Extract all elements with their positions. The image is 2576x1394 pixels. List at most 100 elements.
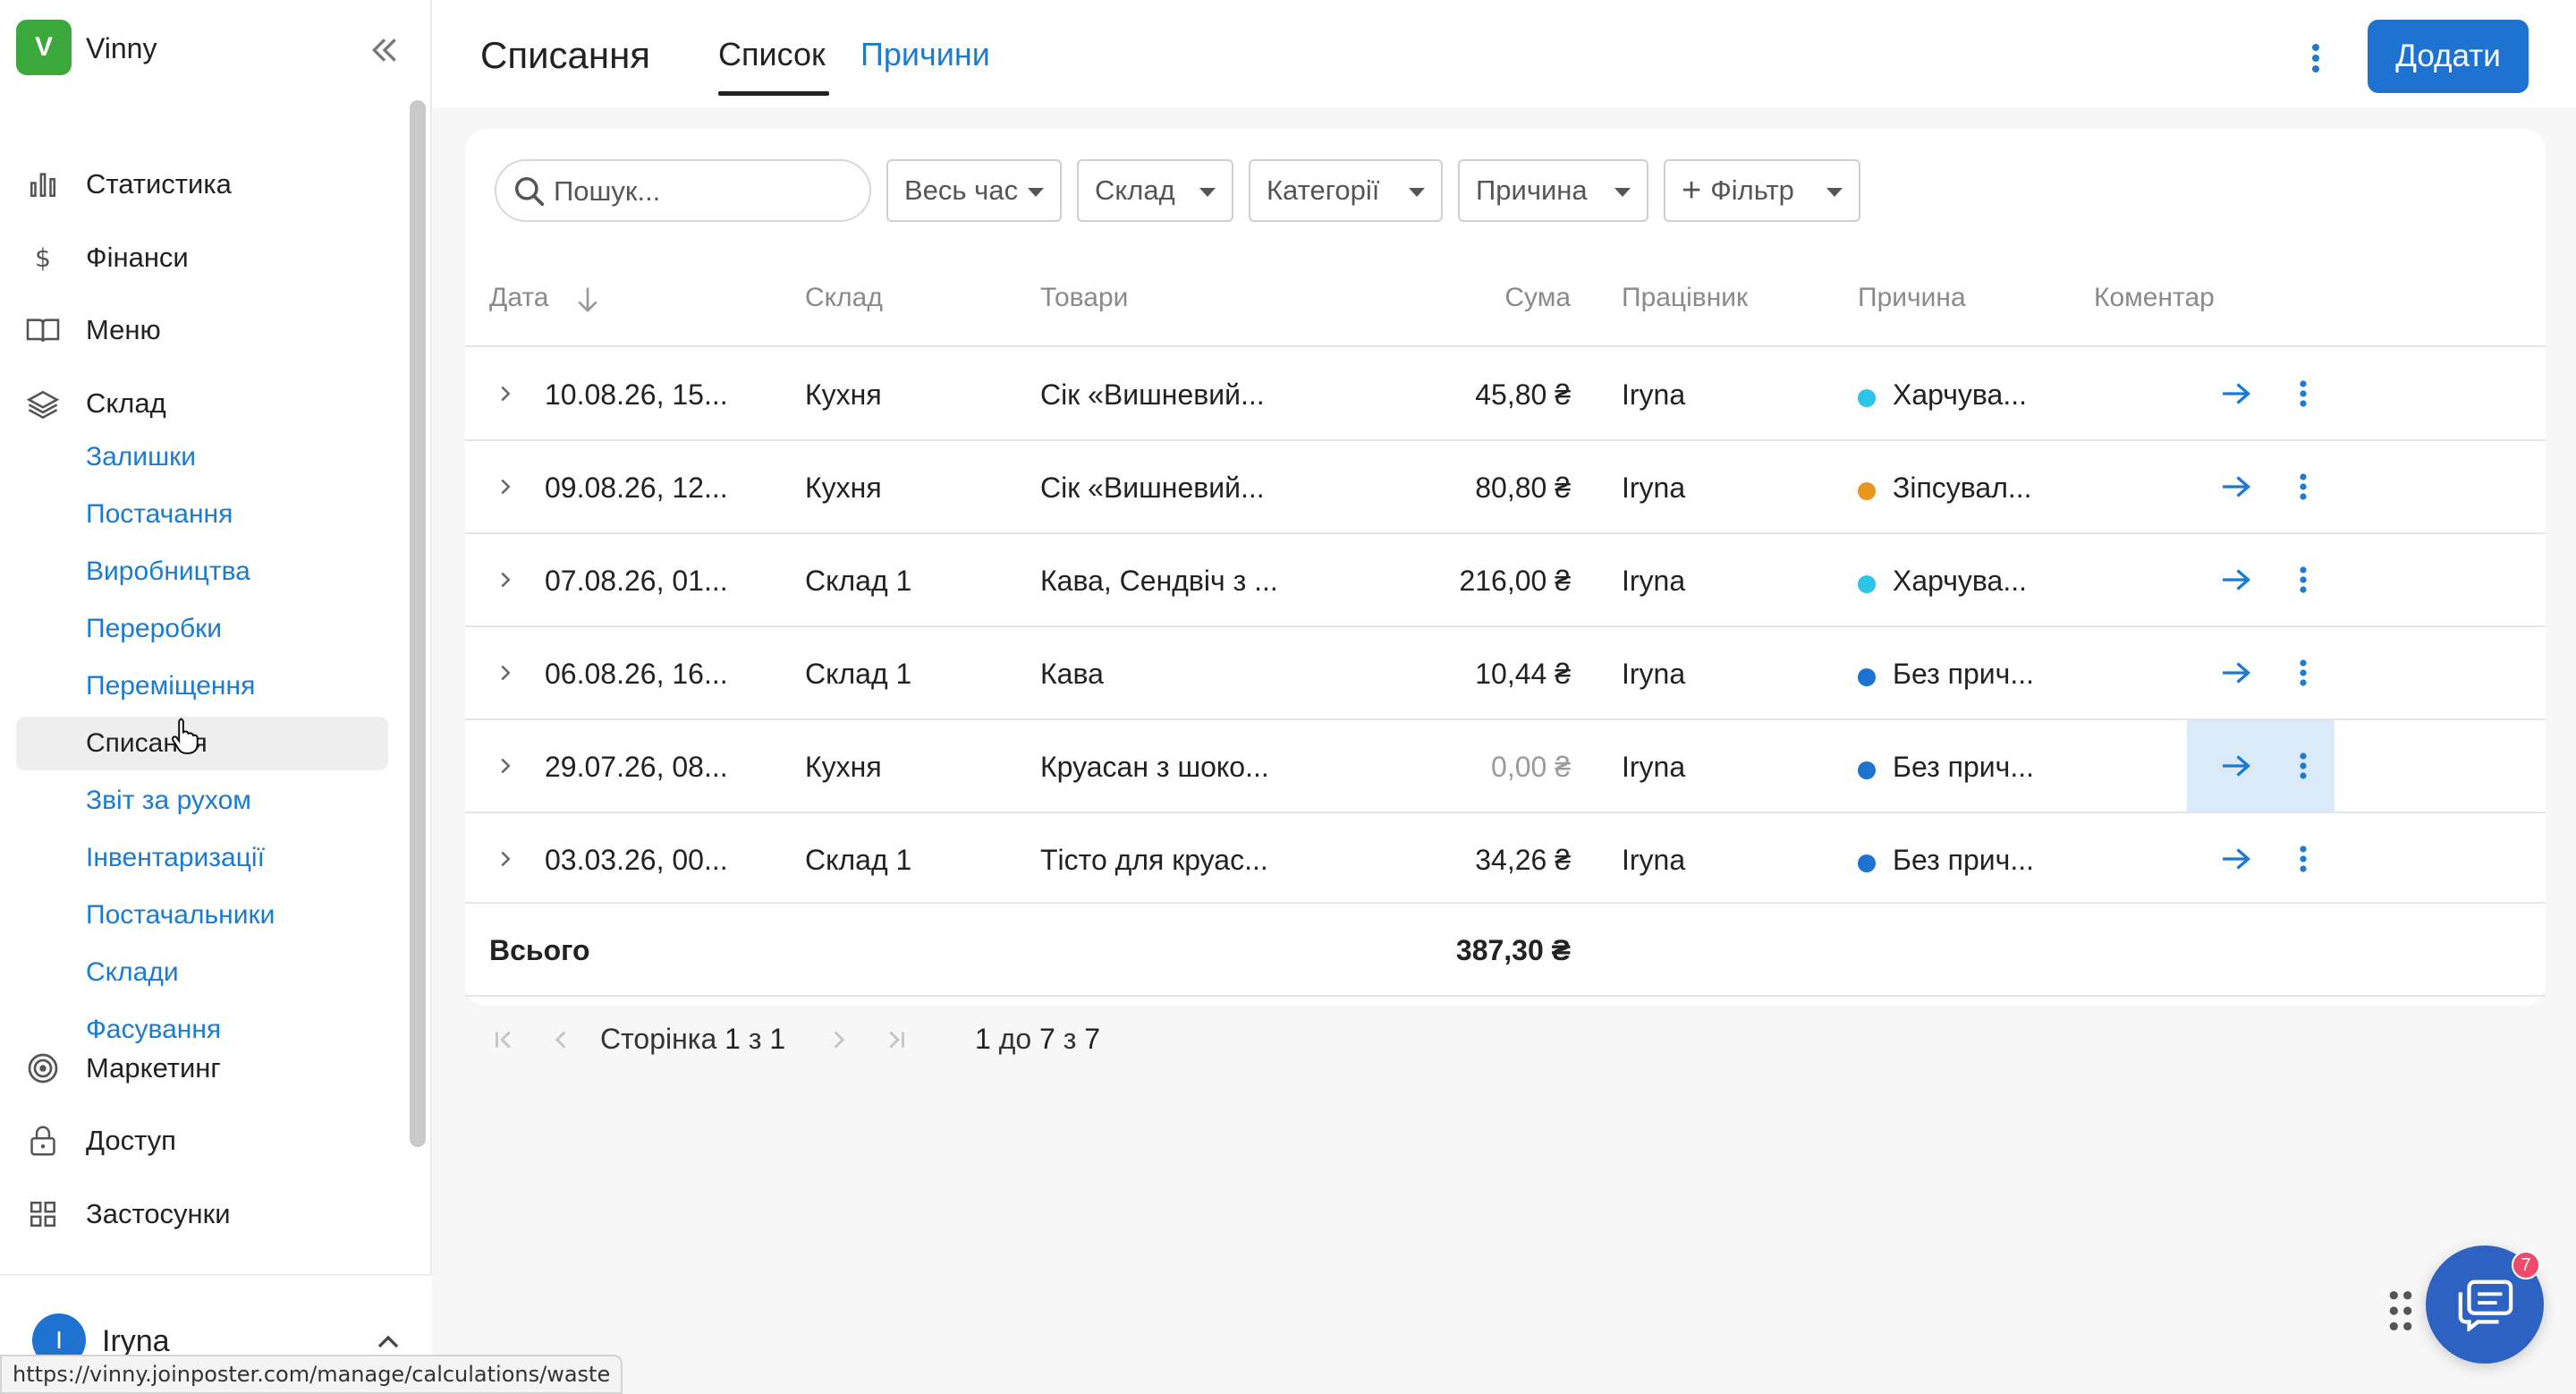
- app-logo[interactable]: V: [16, 20, 72, 75]
- sidebar-subitem-3[interactable]: Переробки: [16, 602, 388, 656]
- search-field[interactable]: [495, 159, 871, 222]
- last-page-icon[interactable]: [880, 1024, 911, 1055]
- row-menu-button[interactable]: [2272, 441, 2334, 532]
- sidebar-nav: Статистика $ Фінанси Меню Склад Маркетинг Дост…: [0, 98, 420, 1272]
- expand-row-icon[interactable]: [492, 658, 519, 688]
- sidebar-item-6[interactable]: Застосунки: [16, 1178, 392, 1250]
- open-row-button[interactable]: [2187, 534, 2285, 625]
- sidebar-item-label: Склад: [86, 387, 166, 419]
- sidebar-header: V Vinny: [0, 0, 432, 98]
- column-header-products[interactable]: Товари: [1040, 283, 1128, 313]
- expand-row-icon[interactable]: [492, 844, 519, 874]
- sidebar-subitem-2[interactable]: Виробництва: [16, 545, 388, 599]
- cell-employee: Iryna: [1622, 565, 1686, 597]
- search-input[interactable]: [554, 170, 858, 213]
- sidebar-item-2[interactable]: Меню: [16, 294, 392, 366]
- column-header-date[interactable]: Дата: [489, 283, 548, 313]
- drag-handle-icon[interactable]: [2386, 1288, 2415, 1333]
- kebab-icon: [2300, 473, 2307, 500]
- sidebar-subitem-8[interactable]: Постачальники: [16, 888, 388, 942]
- filter-reason-label: Причина: [1476, 174, 1588, 206]
- open-row-button[interactable]: [2187, 441, 2285, 532]
- cell-products: Кава: [1040, 658, 1104, 690]
- sidebar-subitem-6[interactable]: Звіт за рухом: [16, 774, 388, 828]
- of-word: з: [748, 1023, 762, 1055]
- sidebar-subitem-1[interactable]: Постачання: [16, 488, 388, 541]
- table-row[interactable]: 10.08.26, 15... Кухня Сік «Вишневий... 45,8…: [465, 348, 2546, 439]
- open-row-button[interactable]: [2187, 813, 2285, 905]
- expand-row-icon[interactable]: [492, 378, 519, 409]
- open-row-button[interactable]: [2187, 720, 2285, 812]
- add-button[interactable]: Додати: [2368, 20, 2529, 93]
- filter-categories[interactable]: Категорії: [1249, 159, 1443, 222]
- row-menu-button[interactable]: [2272, 813, 2334, 905]
- prev-page-icon[interactable]: [546, 1024, 576, 1055]
- row-menu-button[interactable]: [2272, 348, 2334, 439]
- app-name[interactable]: Vinny: [86, 32, 157, 65]
- add-filter-button[interactable]: + Фільтр: [1664, 159, 1860, 222]
- column-header-warehouse[interactable]: Склад: [805, 283, 883, 313]
- sidebar-subitem-7[interactable]: Інвентаризації: [16, 831, 388, 885]
- filter-warehouse[interactable]: Склад: [1077, 159, 1233, 222]
- sidebar-item-label: Статистика: [86, 168, 232, 200]
- table-row[interactable]: 03.03.26, 00... Склад 1 Тісто для круас...…: [465, 813, 2546, 905]
- sort-arrow-down-icon[interactable]: [574, 285, 601, 315]
- divider: [465, 995, 2546, 997]
- more-options-button[interactable]: [2301, 36, 2331, 81]
- row-menu-button[interactable]: [2272, 534, 2334, 625]
- sidebar-item-5[interactable]: Доступ: [16, 1105, 392, 1177]
- sidebar-item-1[interactable]: $ Фінанси: [16, 222, 392, 293]
- collapse-sidebar-icon[interactable]: [367, 32, 402, 68]
- sidebar-subitem-0[interactable]: Залишки: [16, 430, 388, 484]
- filter-period[interactable]: Весь час: [886, 159, 1062, 222]
- cell-reason: Без прич...: [1893, 751, 2034, 783]
- open-row-button[interactable]: [2187, 627, 2285, 718]
- row-menu-button[interactable]: [2272, 627, 2334, 718]
- cell-employee: Iryna: [1622, 378, 1686, 411]
- column-header-employee[interactable]: Працівник: [1622, 283, 1748, 313]
- cell-sum: 80,80 ₴: [1475, 472, 1571, 504]
- total-value: 387,30 ₴: [1455, 934, 1571, 966]
- column-header-sum[interactable]: Сума: [1302, 283, 1571, 313]
- open-row-button[interactable]: [2187, 348, 2285, 439]
- book-icon: [16, 312, 70, 348]
- cell-reason: Без прич...: [1893, 844, 2034, 876]
- sidebar: V Vinny Статистика $ Фінанси Меню Склад Марке…: [0, 0, 432, 1394]
- sidebar-subitem-5[interactable]: Списання: [16, 717, 388, 770]
- table-row[interactable]: 06.08.26, 16... Склад 1 Кава 10,44 ₴ Iryna Бе…: [465, 627, 2546, 718]
- tab-list[interactable]: Список: [718, 36, 826, 73]
- tab-reasons[interactable]: Причини: [860, 36, 990, 73]
- expand-row-icon[interactable]: [492, 565, 519, 595]
- divider: [465, 902, 2546, 904]
- reason-color-dot: [1858, 761, 1876, 779]
- sidebar-item-3[interactable]: Склад: [16, 368, 392, 439]
- cell-products: Сік «Вишневий...: [1040, 472, 1265, 504]
- cell-products: Кава, Сендвіч з ...: [1040, 565, 1278, 597]
- sidebar-subitem-9[interactable]: Склади: [16, 946, 388, 999]
- column-header-reason[interactable]: Причина: [1858, 283, 1966, 313]
- table-row[interactable]: 07.08.26, 01... Склад 1 Кава, Сендвіч з ..…: [465, 534, 2546, 625]
- kebab-icon: [2312, 44, 2319, 72]
- next-page-icon[interactable]: [824, 1024, 854, 1055]
- row-menu-button[interactable]: [2272, 720, 2334, 812]
- reason-color-dot: [1858, 482, 1876, 500]
- column-header-comment[interactable]: Коментар: [2094, 283, 2215, 313]
- cell-reason: Харчува...: [1893, 378, 2028, 411]
- of-word: з: [1063, 1023, 1077, 1055]
- table-row[interactable]: 09.08.26, 12... Кухня Сік «Вишневий... 80,8…: [465, 441, 2546, 532]
- sidebar-subitem-10[interactable]: Фасування: [16, 1003, 388, 1057]
- reason-color-dot: [1858, 854, 1876, 872]
- sidebar-item-0[interactable]: Статистика: [16, 149, 392, 220]
- expand-row-icon[interactable]: [492, 472, 519, 502]
- filter-reason[interactable]: Причина: [1458, 159, 1648, 222]
- cell-date: 03.03.26, 00...: [545, 844, 728, 876]
- sidebar-scrollbar[interactable]: [410, 100, 426, 1147]
- sidebar-item-label: Маркетинг: [86, 1052, 221, 1084]
- first-page-icon[interactable]: [489, 1024, 520, 1055]
- cell-date: 09.08.26, 12...: [545, 472, 728, 504]
- grid-icon: [16, 1196, 70, 1232]
- expand-row-icon[interactable]: [492, 751, 519, 781]
- sidebar-subitem-4[interactable]: Переміщення: [16, 659, 388, 713]
- cell-reason: Зіпсувал...: [1893, 472, 2032, 504]
- table-row[interactable]: 29.07.26, 08... Кухня Круасан з шоко... 0,0…: [465, 720, 2546, 812]
